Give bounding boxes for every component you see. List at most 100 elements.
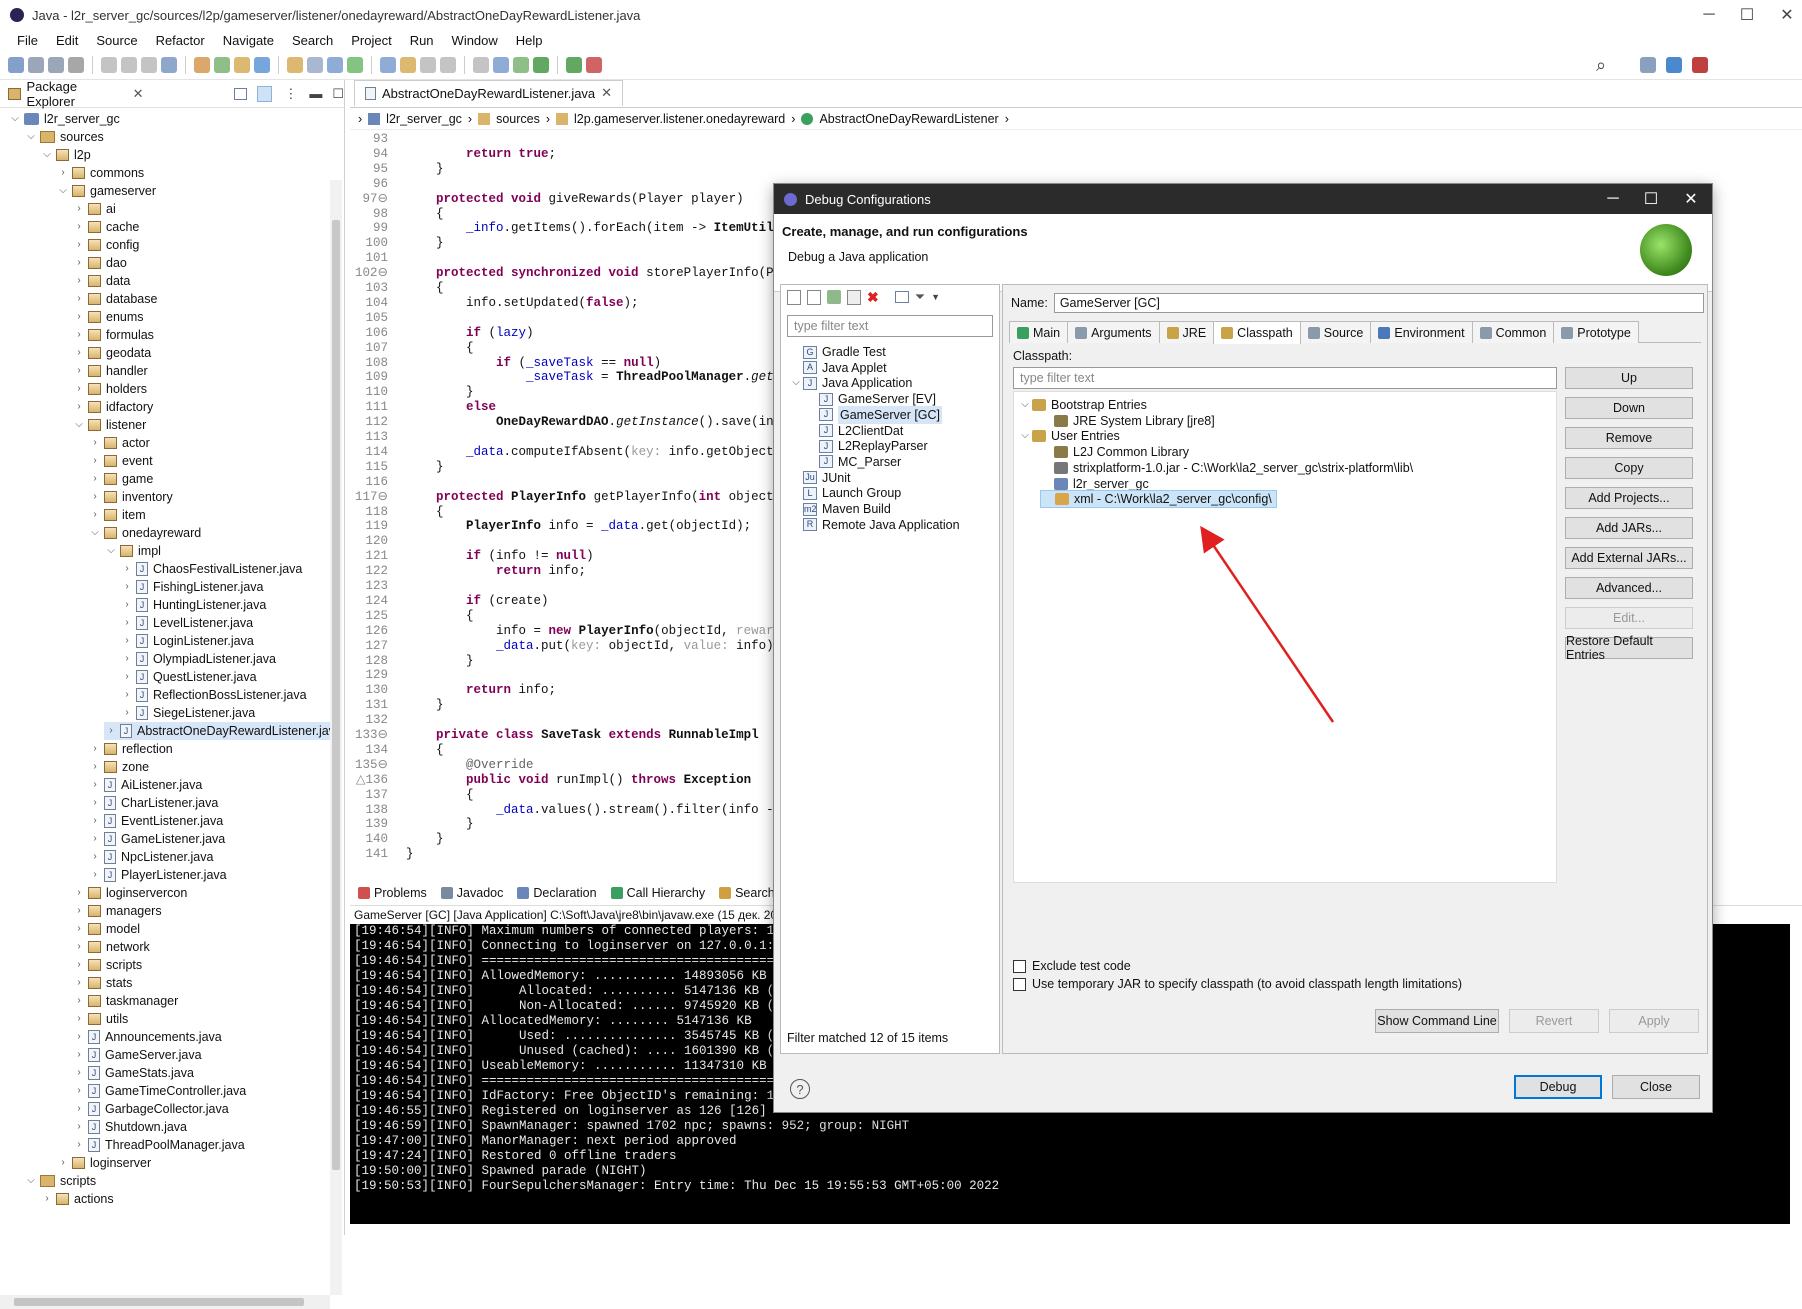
forward-icon[interactable] xyxy=(380,56,396,73)
expand-toggle-icon[interactable]: › xyxy=(72,254,86,272)
tree-item[interactable]: › J LevelListener.java xyxy=(120,614,253,632)
perspective-icon[interactable] xyxy=(1640,57,1656,73)
tree-item[interactable]: › J GarbageCollector.java xyxy=(72,1100,229,1118)
expand-toggle-icon[interactable]: › xyxy=(88,830,102,848)
expand-toggle-icon[interactable]: ⌵ xyxy=(1018,396,1032,414)
expand-toggle-icon[interactable]: › xyxy=(72,308,86,326)
tree-item[interactable]: › model xyxy=(72,920,140,938)
expand-toggle-icon[interactable]: › xyxy=(72,344,86,362)
menu-item-search[interactable]: Search xyxy=(283,33,342,48)
tab-problems[interactable]: Problems xyxy=(358,886,427,900)
expand-toggle-icon[interactable]: ⌵ xyxy=(8,110,22,128)
editor-tab[interactable]: AbstractOneDayRewardListener.java ✕ xyxy=(354,80,624,107)
expand-toggle-icon[interactable]: › xyxy=(120,704,134,722)
tree-item[interactable]: › J LoginListener.java xyxy=(120,632,254,650)
view-menu-icon[interactable]: ⋮ xyxy=(284,86,297,102)
menu-item-navigate[interactable]: Navigate xyxy=(214,33,283,48)
tree-item[interactable]: › J CharListener.java xyxy=(88,794,218,812)
show-command-line-button[interactable]: Show Command Line xyxy=(1375,1009,1499,1033)
classpath-advanced-button[interactable]: Advanced... xyxy=(1565,577,1693,599)
search-icon[interactable] xyxy=(287,56,303,73)
tree-item[interactable]: › J AiListener.java xyxy=(88,776,202,794)
save-all-icon[interactable] xyxy=(48,56,64,73)
expand-toggle-icon[interactable]: › xyxy=(88,848,102,866)
classpath-filter-input[interactable]: type filter text xyxy=(1013,367,1557,389)
expand-toggle-icon[interactable]: ⌵ xyxy=(24,1172,38,1190)
expand-toggle-icon[interactable]: › xyxy=(120,614,134,632)
tree-item[interactable]: ⌵ sources xyxy=(24,128,104,146)
tree-item[interactable]: › handler xyxy=(72,362,147,380)
expand-toggle-icon[interactable]: ⌵ xyxy=(88,524,102,542)
redo-icon[interactable] xyxy=(121,56,137,73)
classpath-up-button[interactable]: Up xyxy=(1565,367,1693,389)
tree-item[interactable]: ⌵ gameserver xyxy=(56,182,156,200)
undo-icon[interactable] xyxy=(101,56,117,73)
minimize-view-icon[interactable]: ▬ xyxy=(309,86,322,101)
tree-item[interactable]: › database xyxy=(72,290,157,308)
tree-item[interactable]: › config xyxy=(72,236,139,254)
new-config-icon[interactable] xyxy=(787,289,801,305)
menu-item-edit[interactable]: Edit xyxy=(47,33,87,48)
tree-item[interactable]: › inventory xyxy=(88,488,172,506)
skip-breakpoints-icon[interactable] xyxy=(161,56,177,73)
save-icon[interactable] xyxy=(28,56,44,73)
exclude-test-checkbox[interactable]: Exclude test code xyxy=(1013,959,1131,973)
tab-classpath[interactable]: Classpath xyxy=(1213,321,1301,344)
config-filter-input[interactable]: type filter text xyxy=(787,315,993,337)
expand-toggle-icon[interactable]: › xyxy=(120,578,134,596)
classpath-restore-default-entries-button[interactable]: Restore Default Entries xyxy=(1565,634,1693,662)
expand-toggle-icon[interactable]: › xyxy=(72,1100,86,1118)
expand-toggle-icon[interactable]: › xyxy=(72,218,86,236)
expand-toggle-icon[interactable]: ⌵ xyxy=(56,182,70,200)
toggle-mark-icon[interactable] xyxy=(254,56,270,73)
tree-item[interactable]: ⌵ impl xyxy=(104,542,161,560)
tree-item[interactable]: › actions xyxy=(40,1190,114,1205)
expand-toggle-icon[interactable]: › xyxy=(40,1190,54,1205)
external-tools-icon[interactable] xyxy=(234,56,250,73)
expand-toggle-icon[interactable]: › xyxy=(72,1082,86,1100)
expand-toggle-icon[interactable]: › xyxy=(72,956,86,974)
tree-item[interactable]: › J GameListener.java xyxy=(88,830,225,848)
expand-toggle-icon[interactable]: › xyxy=(88,866,102,884)
close-button[interactable]: Close xyxy=(1612,1075,1700,1099)
dialog-close-button[interactable]: ✕ xyxy=(1672,184,1710,214)
pin-icon[interactable] xyxy=(400,56,416,73)
tree-item[interactable]: › J AbstractOneDayRewardListener.java xyxy=(104,722,330,740)
expand-toggle-icon[interactable]: › xyxy=(72,380,86,398)
expand-toggle-icon[interactable]: › xyxy=(88,740,102,758)
expand-toggle-icon[interactable]: › xyxy=(56,164,70,182)
breadcrumb-item[interactable]: l2r_server_gc xyxy=(386,112,462,126)
tree-item[interactable]: › data xyxy=(72,272,130,290)
tree-item[interactable]: › loginservercon xyxy=(72,884,187,902)
expand-toggle-icon[interactable]: › xyxy=(72,200,86,218)
tree-item[interactable]: › formulas xyxy=(72,326,154,344)
tab-search[interactable]: Search xyxy=(719,886,775,900)
tab-arguments[interactable]: Arguments xyxy=(1067,321,1160,343)
tree-item[interactable]: › J QuestListener.java xyxy=(120,668,257,686)
chevron-down-icon[interactable]: ▼ xyxy=(931,292,940,302)
expand-toggle-icon[interactable]: › xyxy=(72,992,86,1010)
tree-item[interactable]: › J SiegeListener.java xyxy=(120,704,255,722)
expand-toggle-icon[interactable]: › xyxy=(88,758,102,776)
tree-item[interactable]: › J ThreadPoolManager.java xyxy=(72,1136,245,1154)
expand-toggle-icon[interactable]: › xyxy=(120,596,134,614)
tab-prototype[interactable]: Prototype xyxy=(1553,321,1639,343)
expand-toggle-icon[interactable]: › xyxy=(88,470,102,488)
collapse-all-icon[interactable] xyxy=(894,291,909,303)
tree-item[interactable]: › utils xyxy=(72,1010,128,1028)
tree-item[interactable]: › J ReflectionBossListener.java xyxy=(120,686,307,704)
expand-toggle-icon[interactable]: › xyxy=(72,884,86,902)
tree-item[interactable]: › network xyxy=(72,938,149,956)
expand-toggle-icon[interactable]: › xyxy=(72,1046,86,1064)
expand-toggle-icon[interactable]: › xyxy=(72,326,86,344)
tab-call-hierarchy[interactable]: Call Hierarchy xyxy=(610,886,705,900)
tree-item[interactable]: › enums xyxy=(72,308,143,326)
expand-toggle-icon[interactable]: › xyxy=(120,686,134,704)
tab-javadoc[interactable]: Javadoc xyxy=(440,886,503,900)
tree-item[interactable]: › idfactory xyxy=(72,398,153,416)
expand-toggle-icon[interactable]: › xyxy=(72,290,86,308)
tree-item[interactable]: ⌵ l2r_server_gc xyxy=(8,110,120,128)
step-over-icon[interactable] xyxy=(473,56,489,73)
breadcrumb-item[interactable]: sources xyxy=(496,112,540,126)
tree-item[interactable]: › cache xyxy=(72,218,139,236)
